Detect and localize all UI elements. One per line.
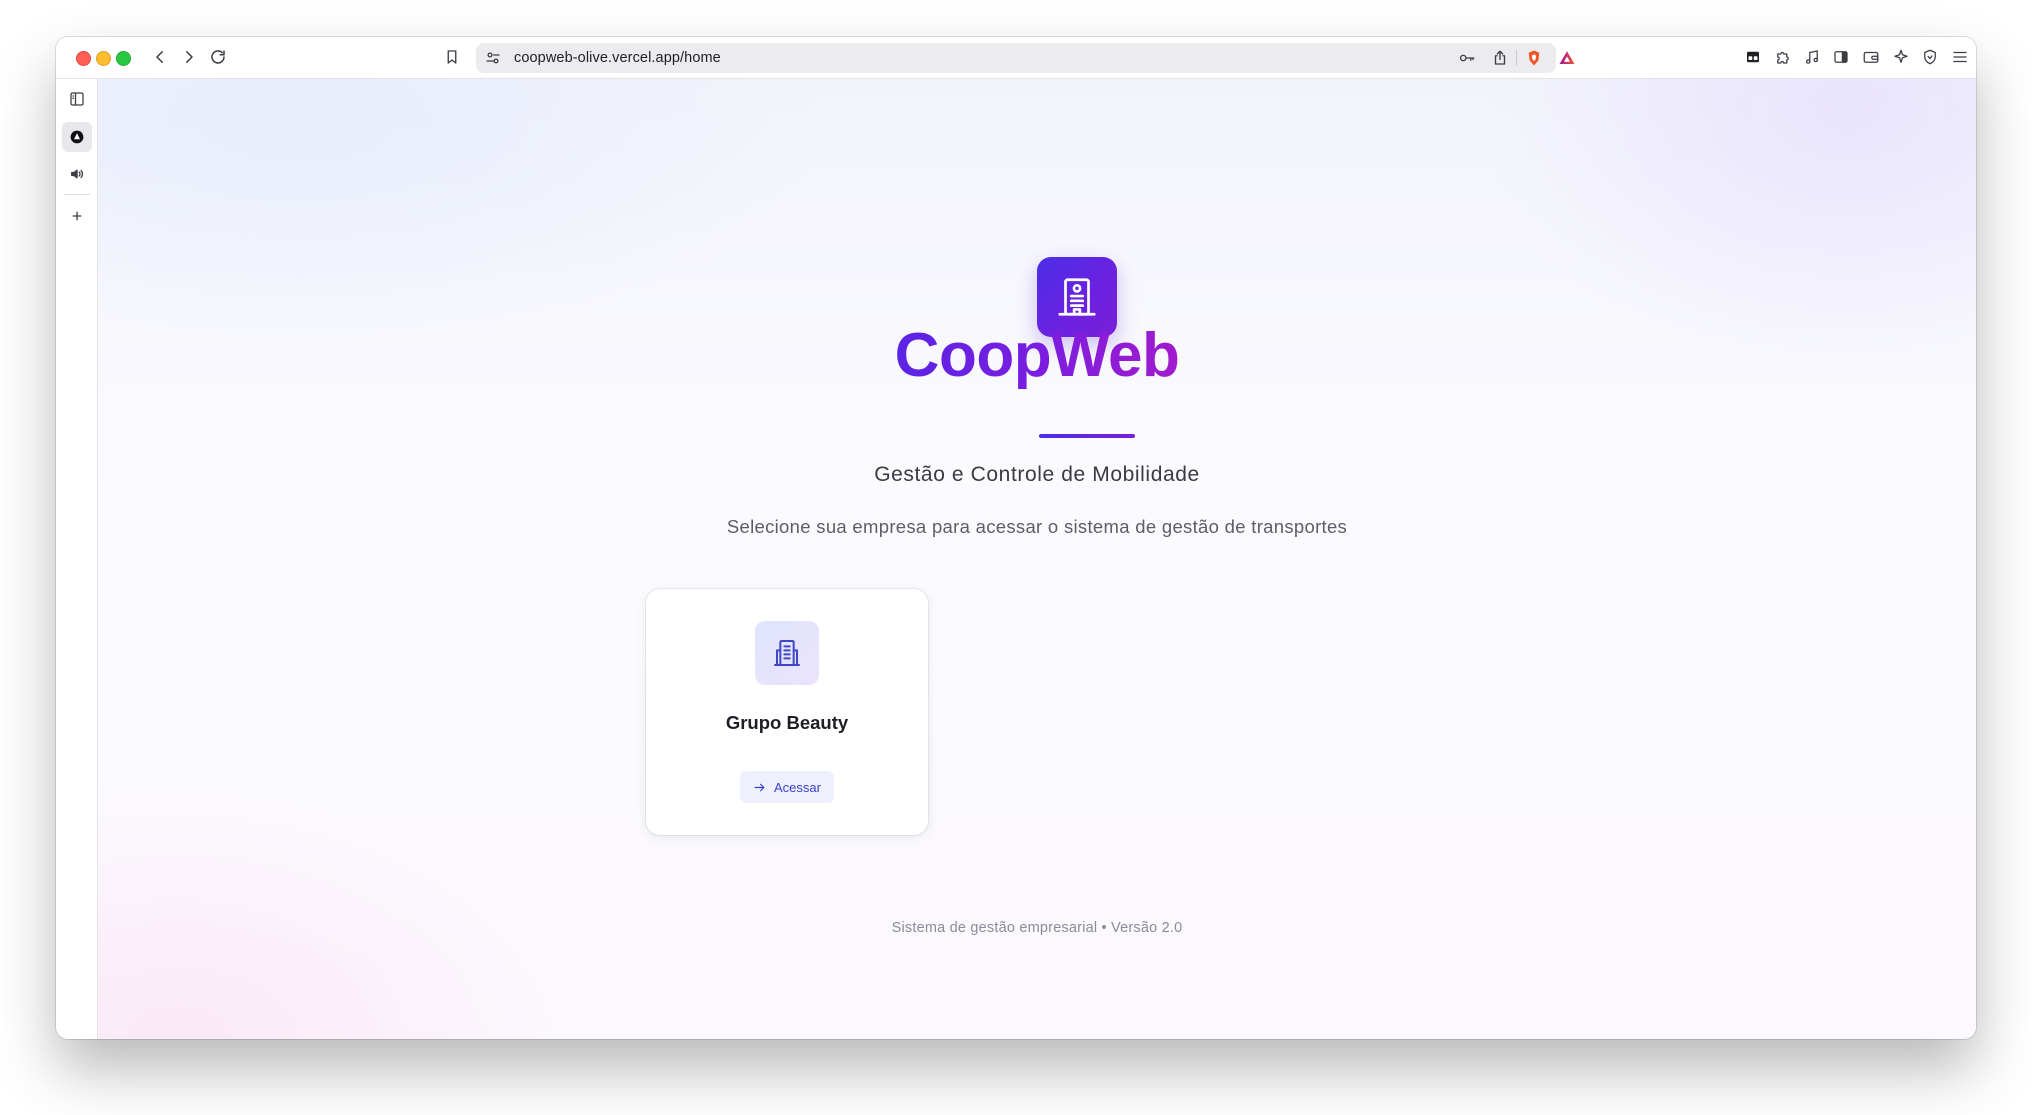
back-button[interactable] [149,46,171,68]
access-button[interactable]: Acessar [740,771,834,803]
page-content: CoopWeb Gestão e Controle de Mobilidade … [98,79,1976,1039]
vpn-shield-icon [1924,49,1936,65]
chevron-right-icon [186,51,193,63]
reload-button[interactable] [207,46,229,68]
extensions-button[interactable] [1772,46,1794,68]
minimize-window-button[interactable] [96,51,111,66]
bookmark-button[interactable] [441,46,463,68]
speaker-icon [71,169,84,179]
sidebar-audio-button[interactable] [65,162,89,186]
share-button[interactable] [1489,47,1511,69]
brand-title: CoopWeb [98,319,1976,393]
forward-button[interactable] [178,46,200,68]
building-icon [774,640,800,666]
sidebar-brave-news-button[interactable] [62,122,92,152]
sidebar-divider [64,194,90,195]
sidebar-add-button[interactable] [65,204,89,228]
close-window-button[interactable] [76,51,91,66]
sidebar-toggle-icon [70,92,84,106]
brand-title-text: CoopWeb [894,321,1180,390]
company-card[interactable]: Grupo Beauty Acessar [646,589,928,835]
address-bar-divider [1516,50,1517,66]
company-name: Grupo Beauty [725,712,849,733]
footer-text: Sistema de gestão empresarial • Versão 2… [891,920,1183,936]
chevron-left-icon [156,51,163,63]
plus-icon [72,211,82,221]
site-settings-icon [486,52,500,64]
brand-underline [1039,434,1135,438]
puzzle-icon [1777,51,1789,64]
music-note-icon [1805,50,1819,64]
main-menu-button[interactable] [1949,46,1971,68]
wallet-card-icon [1747,51,1759,63]
key-icon [1459,54,1475,62]
browser-sidebar [56,79,98,1039]
brave-shield-icon [1528,50,1540,66]
brave-rewards-button[interactable] [1556,47,1578,69]
building-icon [1058,278,1096,316]
tagline: Gestão e Controle de Mobilidade [874,463,1200,486]
hamburger-menu-icon [1953,51,1967,63]
vpn-button[interactable] [1919,46,1941,68]
password-key-button[interactable] [1456,47,1478,69]
brave-news-icon [70,130,84,144]
leo-ai-button[interactable] [1890,46,1912,68]
reload-icon [211,50,225,64]
brave-shields-button[interactable] [1523,47,1545,69]
sidebar-toggle-button[interactable] [65,87,89,111]
browser-window: coopweb-olive.vercel.app/home CoopWeb Ge… [56,37,1976,1039]
company-icon [755,621,819,685]
sidebar-panel-icon [1834,51,1848,63]
browser-toolbar: coopweb-olive.vercel.app/home [56,37,1976,79]
access-button-label: Acessar [774,779,821,795]
sparkle-icon [1894,49,1908,63]
wallet-card-button[interactable] [1742,46,1764,68]
page-subtitle: Selecione sua empresa para acessar o sis… [726,516,1348,537]
site-settings-button[interactable] [482,47,504,69]
triangle-icon [1559,51,1575,64]
arrow-right-icon [754,783,765,791]
sidebar-panel-button[interactable] [1830,46,1852,68]
wallet-icon [1863,51,1879,63]
share-icon [1494,50,1506,65]
bookmark-icon [447,50,457,64]
media-button[interactable] [1801,46,1823,68]
url-text[interactable]: coopweb-olive.vercel.app/home [514,50,721,66]
wallet-button[interactable] [1860,46,1882,68]
address-bar[interactable]: coopweb-olive.vercel.app/home [476,43,1575,73]
zoom-window-button[interactable] [116,51,131,66]
